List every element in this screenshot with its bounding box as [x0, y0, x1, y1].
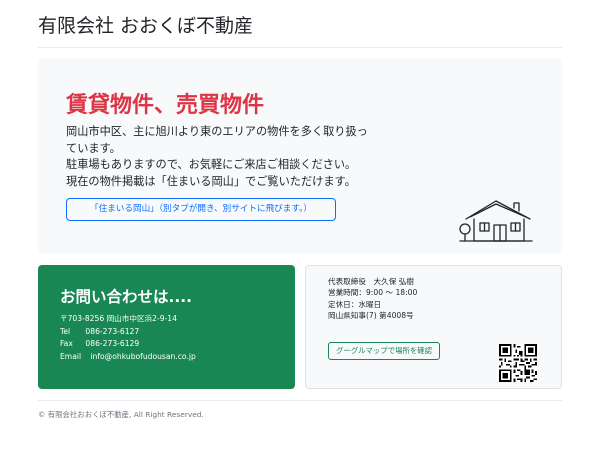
site-header: 有限会社 おおくぼ不動産	[38, 14, 562, 48]
page: 有限会社 おおくぼ不動産 賃貸物件、売買物件 岡山市中区、主に旭川より東のエリア…	[0, 0, 600, 450]
tel-label: Tel	[60, 326, 71, 336]
hero-line: 現在の物件掲載は「住まいる岡山」でご覧いただけます。	[66, 174, 356, 188]
site-title[interactable]: 有限会社 おおくぼ不動産	[38, 14, 562, 38]
email-label: Email	[60, 351, 82, 361]
hero-line: ています。	[66, 141, 121, 155]
representative: 代表取締役 大久保 弘樹	[328, 277, 414, 286]
hero-line: 岡山市中区、主に旭川より東のエリアの物件を多く取り扱っ	[66, 125, 368, 138]
copyright: © 有限会社おおくぼ不動産, All Right Reserved.	[38, 410, 204, 419]
contact-tel-row: Tel 086-273-6127	[60, 326, 196, 339]
contact-address: 〒703-8256 岡山市中区浜2-9-14	[60, 314, 177, 323]
contact-email-row: Email info@ohkubofudousan.co.jp	[60, 351, 196, 364]
site-footer: © 有限会社おおくぼ不動産, All Right Reserved.	[38, 400, 562, 430]
hero-line: 駐車場もありますので、お気軽にご来店ご相談ください。	[66, 158, 357, 171]
hero-heading: 賃貸物件、売買物件	[66, 93, 265, 118]
fax-number: 086-273-6129	[85, 339, 140, 348]
license-number: 岡山県知事(7) 第4008号	[328, 311, 414, 321]
email-address[interactable]: info@ohkubofudousan.co.jp	[90, 352, 195, 361]
company-info: 代表取締役 大久保 弘樹 営業時間：9:00 〜 18:00 定休日：水曜日 岡…	[328, 276, 417, 322]
fax-label: Fax	[60, 339, 73, 348]
company-info-panel: 代表取締役 大久保 弘樹 営業時間：9:00 〜 18:00 定休日：水曜日 岡…	[305, 265, 562, 389]
contact-details: 〒703-8256 岡山市中区浜2-9-14 Tel 086-273-6127 …	[60, 313, 196, 363]
qr-code	[499, 344, 537, 382]
google-map-button[interactable]: グーグルマップで場所を確認	[328, 342, 440, 360]
hero-description: 岡山市中区、主に旭川より東のエリアの物件を多く取り扱っ ています。 駐車場もあり…	[66, 124, 386, 190]
closed-day: 定休日：水曜日	[328, 299, 382, 309]
hero-panel: 賃貸物件、売買物件 岡山市中区、主に旭川より東のエリアの物件を多く取り扱っ てい…	[38, 58, 562, 254]
tel-number[interactable]: 086-273-6127	[85, 327, 139, 336]
house-outline-icon	[459, 200, 533, 242]
contact-heading: お問い合わせは....	[60, 288, 193, 306]
contact-fax-row: Fax 086-273-6129	[60, 338, 196, 351]
sumairu-okayama-link-button[interactable]: 「住まいる岡山」（別タブが開き、別サイトに飛びます。）	[66, 198, 336, 221]
contact-panel: お問い合わせは.... 〒703-8256 岡山市中区浜2-9-14 Tel 0…	[38, 265, 295, 389]
business-hours: 営業時間：9:00 〜 18:00	[328, 288, 418, 298]
